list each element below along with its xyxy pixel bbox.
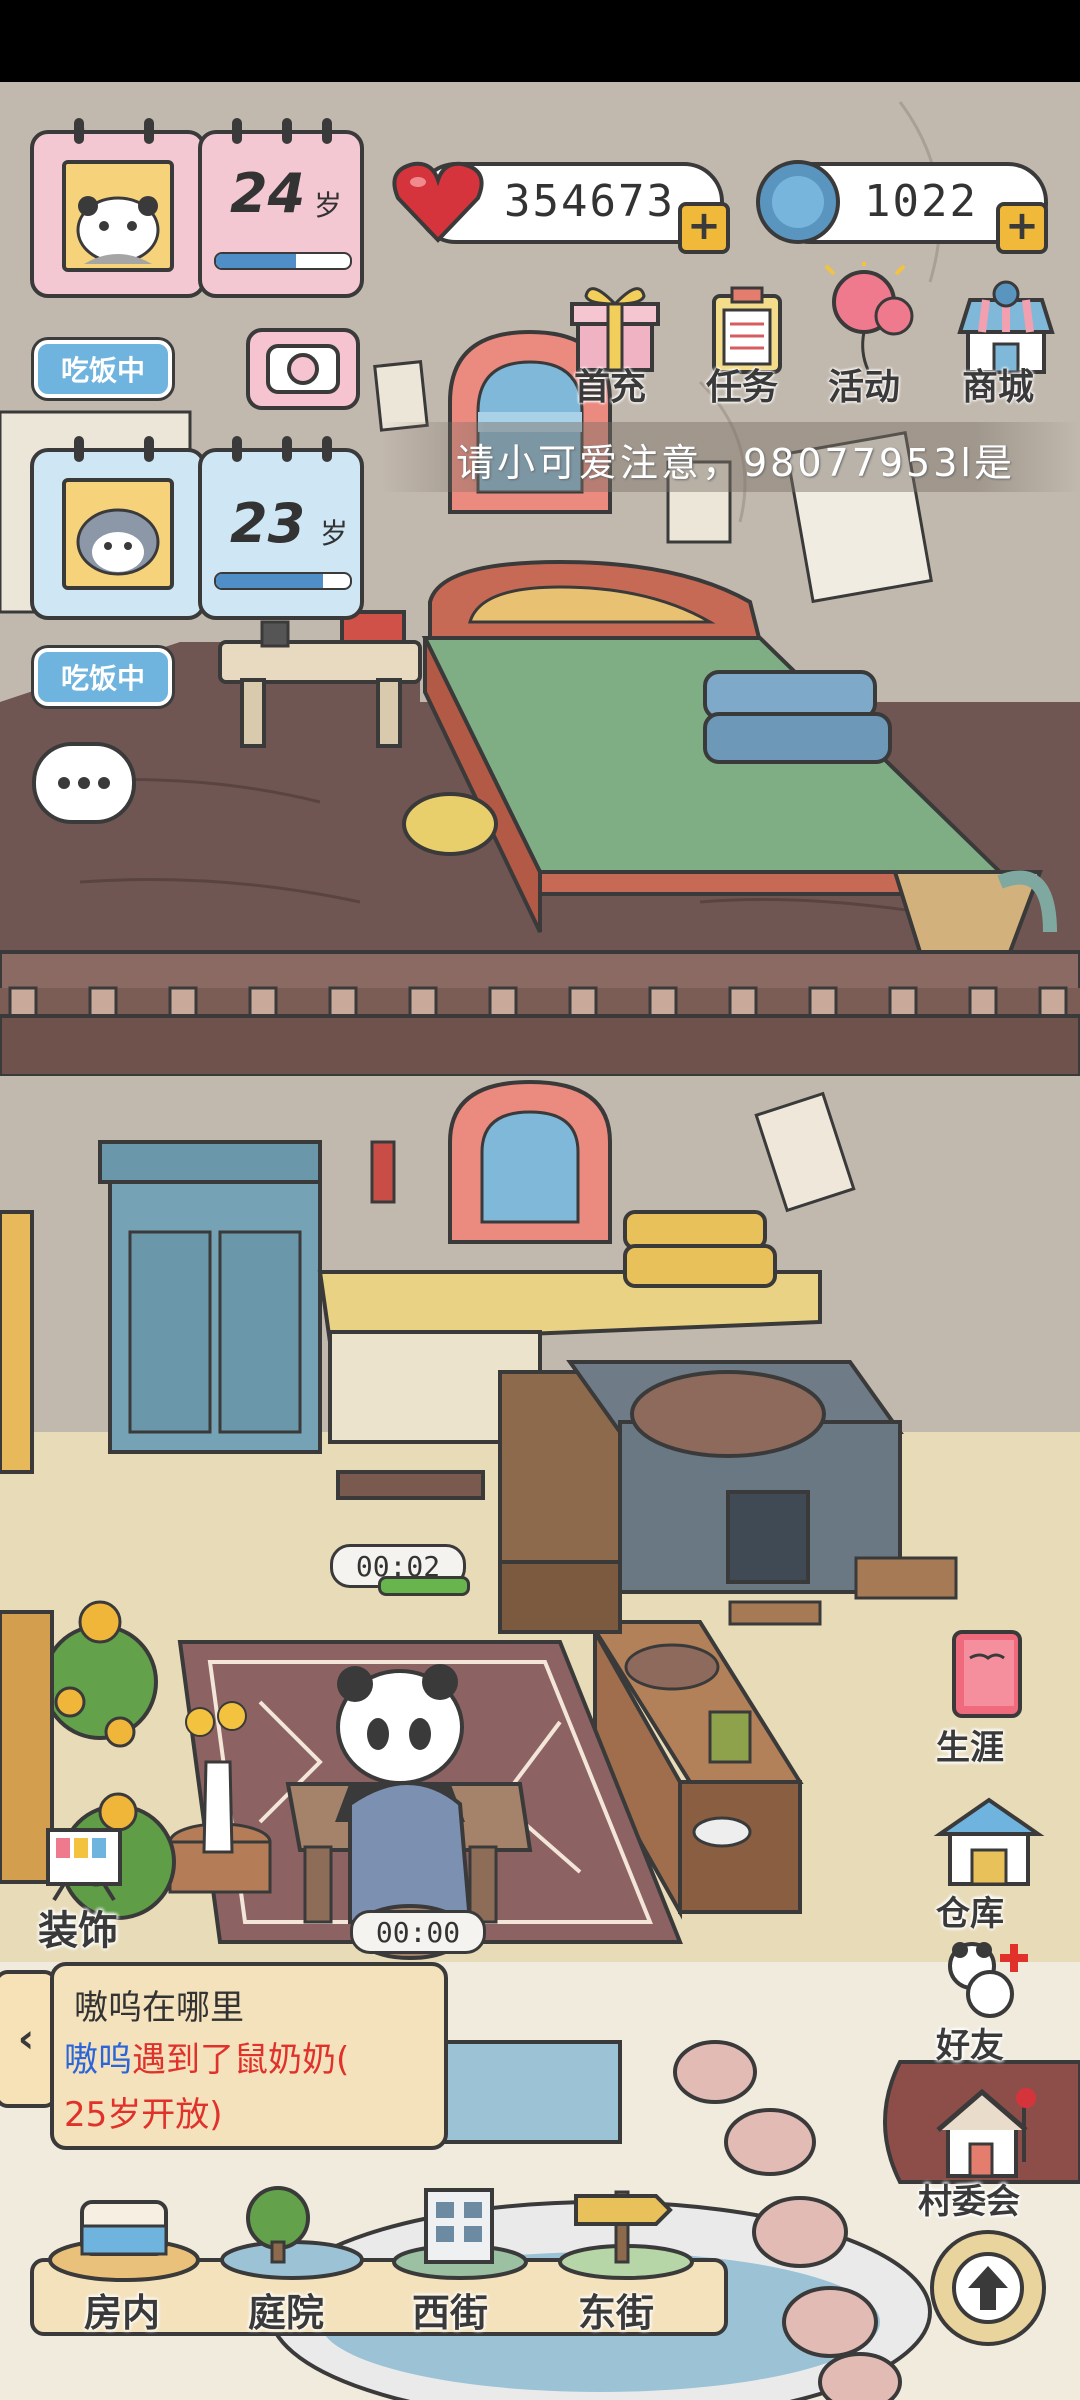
- wardrobe: [98, 1140, 322, 1454]
- pet1-progress-bar: [214, 252, 352, 270]
- events-button[interactable]: 活动: [814, 258, 924, 408]
- nav-west-street-button[interactable]: 西街: [380, 2172, 540, 2342]
- bottlecap-icon: [756, 160, 840, 244]
- signpost-icon: [558, 2190, 694, 2280]
- decorate-label: 装饰: [38, 1908, 118, 1954]
- arrow-up-icon: [952, 2252, 1024, 2324]
- pet-card-hedgehog[interactable]: [30, 436, 206, 620]
- side-menu-label-2: 好友: [936, 2026, 1004, 2066]
- nav-label-1: 庭院: [248, 2291, 325, 2335]
- game-scene: 24 岁 吃饭中 23 岁 吃饭中 354673 + 1022 + 首充 任务 …: [0, 82, 1080, 2400]
- building-icon: [392, 2188, 528, 2280]
- add-hearts-button[interactable]: +: [678, 202, 730, 254]
- tree-icon: [220, 2186, 364, 2280]
- story-body: 嗷呜遇到了鼠奶奶( 25岁开放): [64, 2032, 434, 2132]
- story-name: 嗷呜: [64, 2040, 132, 2080]
- village-committee-button[interactable]: 村委会: [908, 2082, 1058, 2232]
- warehouse-icon: [933, 1797, 1045, 1886]
- top-menu-label-3: 商城: [962, 367, 1035, 408]
- nav-label-2: 西街: [412, 2291, 489, 2335]
- pet-card-panda[interactable]: [30, 118, 206, 298]
- nav-east-street-button[interactable]: 东街: [546, 2172, 706, 2342]
- camera-icon: [266, 344, 340, 394]
- bed-icon: [48, 2200, 200, 2282]
- nav-label-0: 房内: [84, 2291, 161, 2335]
- story-title: 嗷呜在哪里: [74, 1988, 244, 2028]
- top-menu-label-1: 任务: [706, 367, 779, 408]
- friends-icon: [948, 1942, 1028, 2018]
- friends-button[interactable]: 好友: [924, 1930, 1054, 2070]
- stove: [498, 1360, 904, 1594]
- first-recharge-button[interactable]: 首充: [560, 278, 670, 408]
- paint-easel-icon: [46, 1828, 122, 1902]
- pet-age-card-hedgehog: 23 岁: [198, 436, 364, 620]
- nav-yard-button[interactable]: 庭院: [212, 2172, 372, 2342]
- pet1-age-unit: 岁: [314, 189, 343, 222]
- decorate-button[interactable]: 装饰: [34, 1822, 144, 1954]
- eat-timer: 00:00: [350, 1910, 486, 1954]
- eat-timer-text: 00:00: [375, 1915, 461, 1949]
- coin-count: 1022: [864, 176, 978, 227]
- warehouse-button[interactable]: 仓库: [924, 1792, 1054, 1934]
- panda-avatar: [62, 160, 174, 272]
- pet2-status-badge: 吃饭中: [34, 648, 172, 706]
- notice-banner: 请小可爱注意，98077953l是: [380, 422, 1080, 492]
- story-panel[interactable]: 嗷呜在哪里 嗷呜遇到了鼠奶奶( 25岁开放): [50, 1962, 448, 2150]
- scroll-up-button[interactable]: [930, 2230, 1046, 2346]
- career-button[interactable]: 生涯: [924, 1626, 1054, 1768]
- pet2-progress-bar: [214, 572, 352, 590]
- village-house-icon: [936, 2088, 1036, 2178]
- heart-icon: [392, 161, 484, 243]
- cook-timer-bar: [378, 1576, 470, 1596]
- heart-count: 354673: [504, 176, 675, 227]
- tasks-button[interactable]: 任务: [692, 278, 802, 408]
- pet2-age-unit: 岁: [320, 517, 349, 550]
- camera-button[interactable]: [246, 328, 360, 410]
- shop-button[interactable]: 商城: [946, 278, 1066, 408]
- pet1-status-badge: 吃饭中: [34, 340, 172, 398]
- lower-window: [448, 1079, 612, 1244]
- nav-room-button[interactable]: 房内: [44, 2172, 204, 2342]
- nav-label-3: 东街: [578, 2291, 655, 2335]
- top-menu-label-0: 首充: [574, 367, 647, 408]
- pet2-age: 23: [230, 492, 306, 555]
- story-text: 遇到了鼠奶奶(: [132, 2040, 350, 2080]
- hedgehog-avatar: [62, 478, 174, 590]
- add-coins-button[interactable]: +: [996, 202, 1048, 254]
- top-menu-label-2: 活动: [828, 367, 901, 408]
- pet1-age: 24: [230, 162, 306, 225]
- chat-button[interactable]: [32, 742, 136, 824]
- side-menu-label-3: 村委会: [918, 2182, 1020, 2222]
- chevron-left-icon: ‹: [17, 2016, 35, 2062]
- notice-text: 请小可爱注意，98077953l是: [456, 441, 1015, 485]
- chat-dots-icon: [58, 777, 110, 789]
- story-line2: 25岁开放): [64, 2095, 223, 2132]
- side-menu-label-0: 生涯: [936, 1728, 1004, 1768]
- book-icon: [952, 1630, 1022, 1718]
- side-menu-label-1: 仓库: [936, 1894, 1004, 1934]
- pet-age-card-panda: 24 岁: [198, 118, 364, 298]
